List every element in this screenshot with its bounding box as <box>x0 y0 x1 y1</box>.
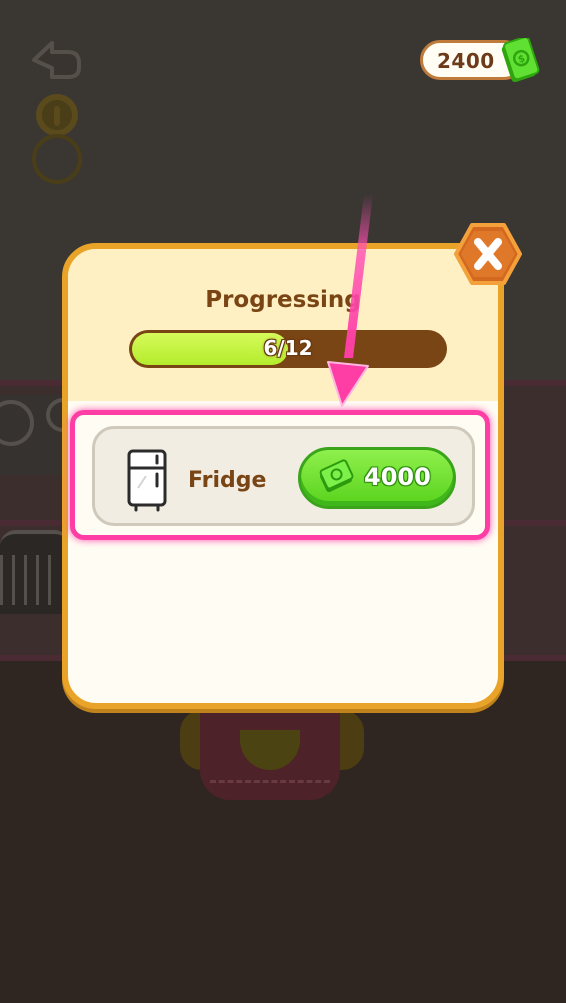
progress-label: 6/12 <box>263 336 313 360</box>
character-stitching <box>210 780 330 783</box>
progress-bar: 6/12 <box>129 330 447 368</box>
cash-icon: $ <box>496 36 542 88</box>
character <box>180 700 380 810</box>
oven-rack <box>0 555 60 605</box>
hud-ring <box>32 134 82 184</box>
back-button[interactable] <box>30 38 82 82</box>
back-arrow-icon <box>32 41 81 79</box>
dialog-title: Progressing <box>205 287 361 313</box>
close-button[interactable] <box>454 222 522 286</box>
close-x-icon <box>454 223 522 285</box>
tutorial-highlight-frame <box>70 410 490 540</box>
currency-amount: 2400 <box>437 49 495 73</box>
dialog-header: Progressing 6/12 <box>68 249 498 401</box>
settings-knob-icon[interactable] <box>36 94 78 136</box>
